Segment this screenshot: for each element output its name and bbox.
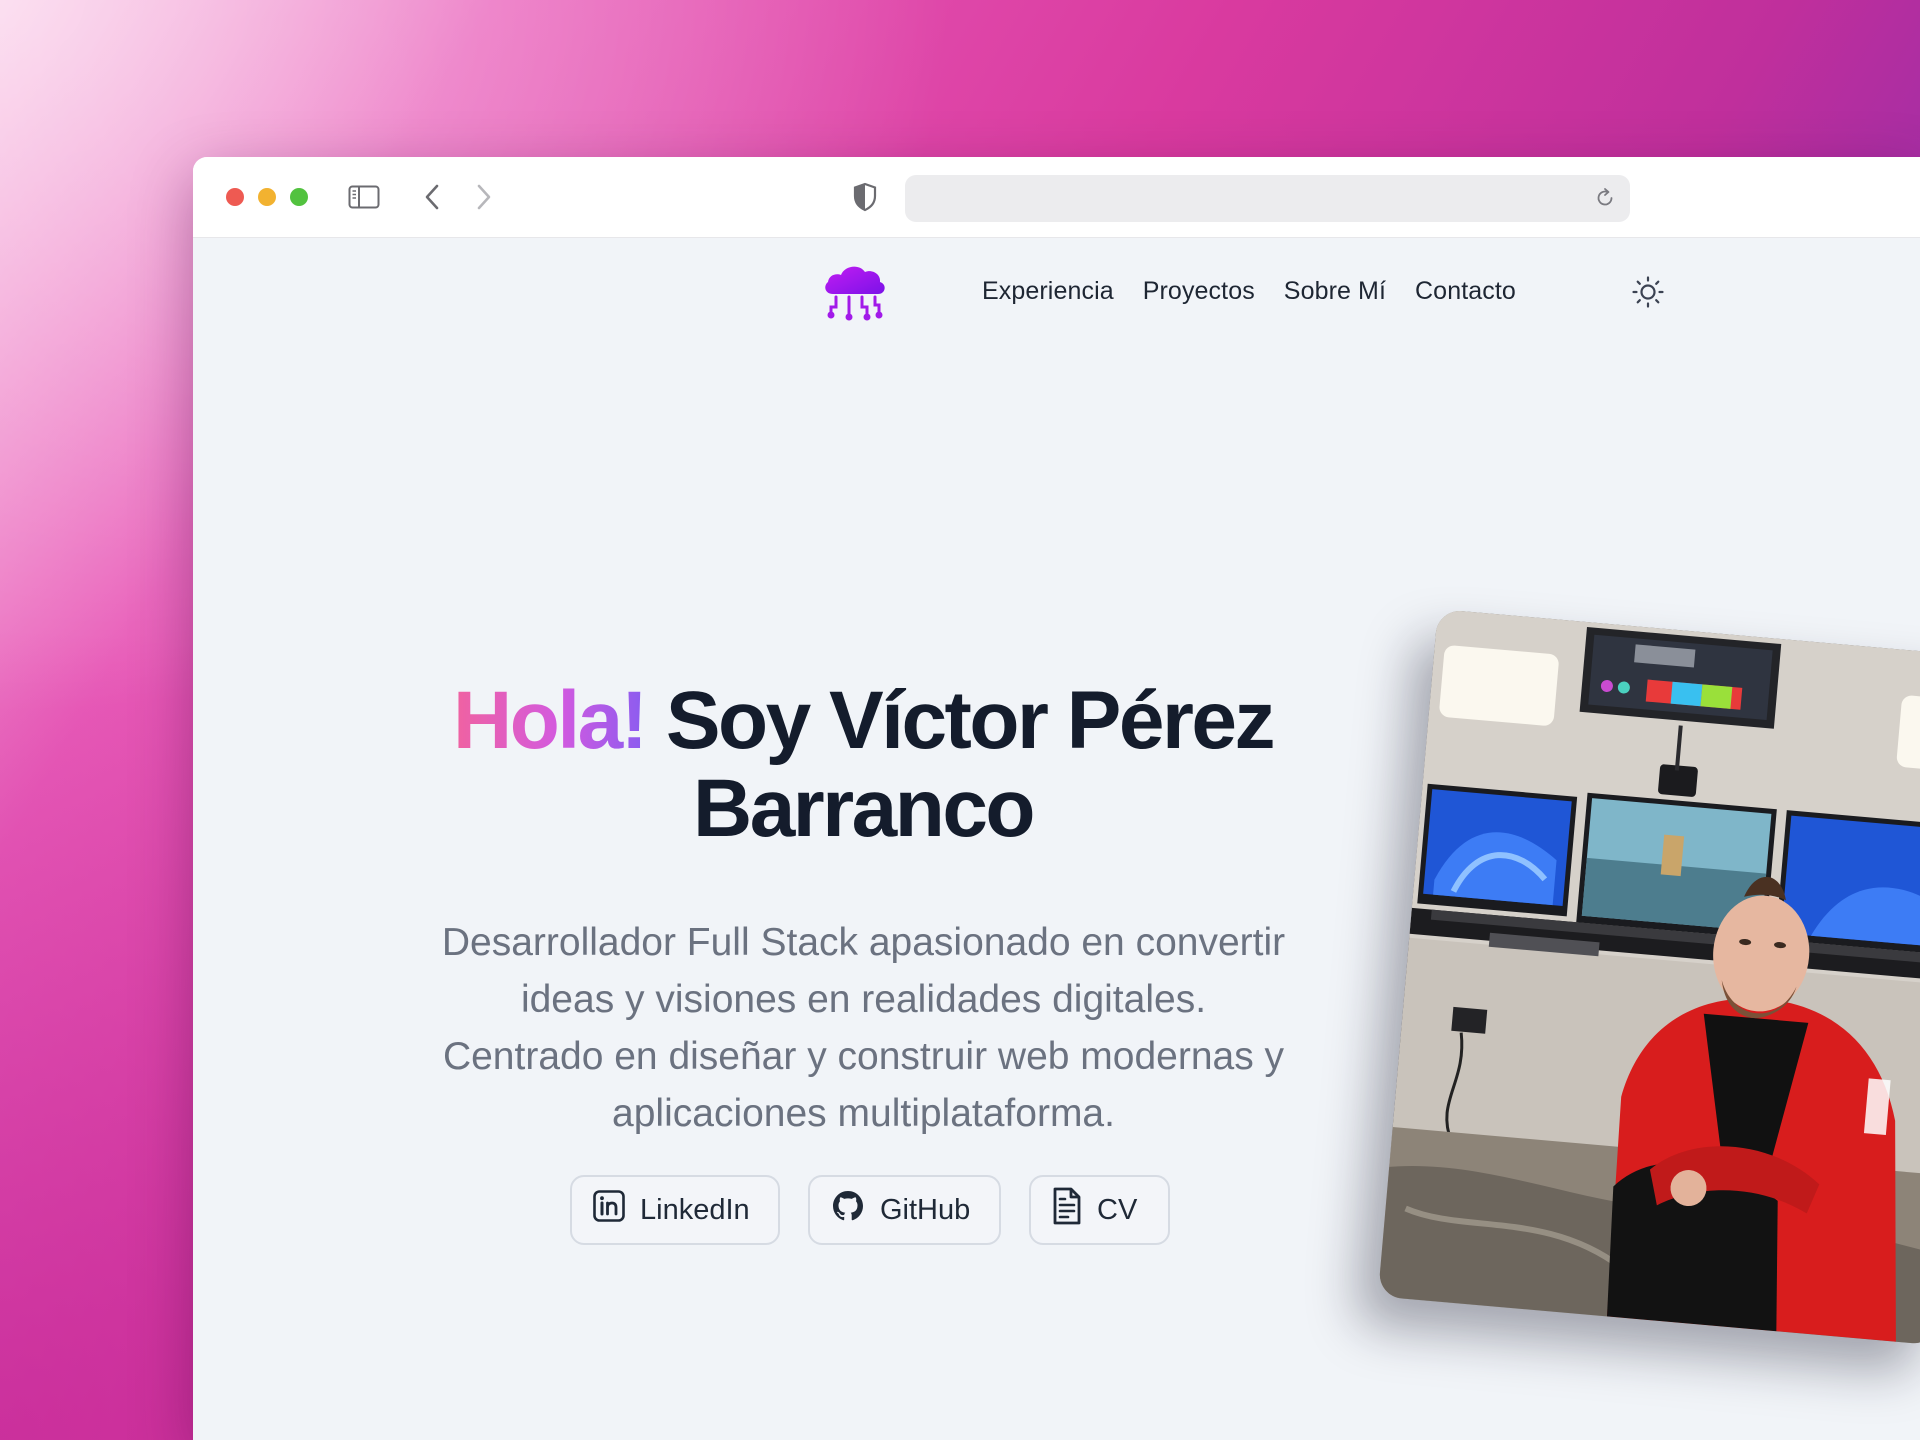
minimize-window-button[interactable] bbox=[258, 188, 276, 206]
forward-icon[interactable] bbox=[471, 183, 497, 211]
nav-experiencia[interactable]: Experiencia bbox=[982, 277, 1114, 306]
github-icon bbox=[830, 1188, 866, 1232]
close-window-button[interactable] bbox=[226, 188, 244, 206]
reload-icon[interactable] bbox=[1594, 187, 1616, 209]
linkedin-button[interactable]: LinkedIn bbox=[570, 1175, 780, 1245]
sidebar-icon[interactable] bbox=[347, 183, 381, 211]
nav-sobre-mi[interactable]: Sobre Mí bbox=[1284, 277, 1386, 306]
cloud-circuit-icon[interactable] bbox=[821, 260, 889, 322]
linkedin-icon bbox=[592, 1189, 626, 1231]
browser-toolbar bbox=[193, 157, 1920, 238]
main-nav: Experiencia Proyectos Sobre Mí Contacto bbox=[982, 277, 1516, 306]
address-bar[interactable] bbox=[905, 175, 1630, 222]
hero-title: Hola! Soy Víctor Pérez Barranco bbox=[403, 677, 1323, 853]
sun-icon[interactable] bbox=[1631, 275, 1665, 309]
linkedin-label: LinkedIn bbox=[640, 1193, 750, 1226]
back-icon[interactable] bbox=[419, 183, 445, 211]
cv-label: CV bbox=[1097, 1193, 1138, 1226]
zoom-window-button[interactable] bbox=[290, 188, 308, 206]
nav-contacto[interactable]: Contacto bbox=[1415, 277, 1516, 306]
hero-name: Soy Víctor Pérez Barranco bbox=[665, 675, 1276, 854]
browser-window: Experiencia Proyectos Sobre Mí Contacto … bbox=[193, 157, 1920, 1440]
github-button[interactable]: GitHub bbox=[808, 1175, 1001, 1245]
hero-greeting: Hola! bbox=[453, 675, 648, 766]
hero-description: Desarrollador Full Stack apasionado en c… bbox=[441, 921, 1286, 1135]
profile-photo bbox=[1377, 609, 1920, 1346]
github-label: GitHub bbox=[880, 1193, 971, 1226]
social-buttons: LinkedIn GitHub CV bbox=[570, 1175, 1170, 1245]
document-icon bbox=[1051, 1186, 1083, 1234]
cv-button[interactable]: CV bbox=[1029, 1175, 1170, 1245]
shield-icon[interactable] bbox=[850, 181, 880, 213]
nav-proyectos[interactable]: Proyectos bbox=[1143, 277, 1255, 306]
